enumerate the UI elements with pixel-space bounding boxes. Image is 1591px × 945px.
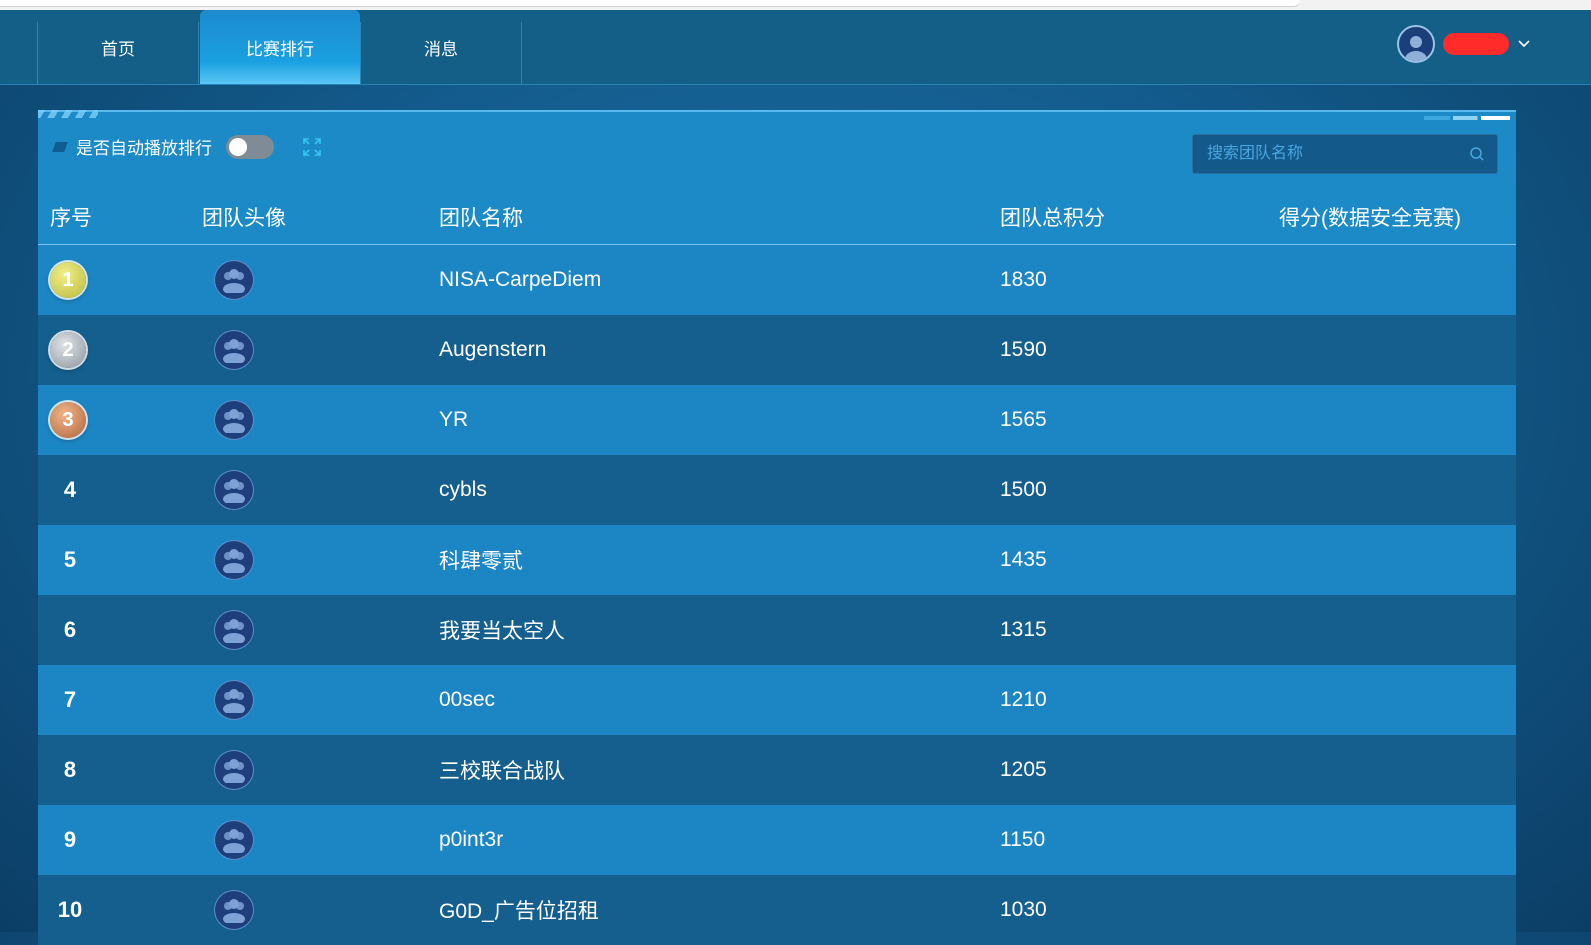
team-avatar-icon xyxy=(215,261,253,299)
table-row[interactable]: 2 Augenstern 1590 xyxy=(38,315,1516,385)
team-avatar-icon xyxy=(215,471,253,509)
team-avatar xyxy=(215,665,253,735)
team-score: 1030 xyxy=(1000,898,1047,921)
panel-corner-decoration xyxy=(1424,116,1510,120)
user-avatar-icon[interactable] xyxy=(1397,25,1435,63)
browser-top-edge xyxy=(0,0,1591,10)
table-row[interactable]: 3 YR 1565 xyxy=(38,385,1516,455)
header-total-score[interactable]: 团队总积分 xyxy=(1000,202,1105,232)
nav-item-home[interactable]: 首页 xyxy=(38,10,198,84)
team-name: YR xyxy=(439,408,469,431)
header-rank: 序号 xyxy=(50,207,92,230)
team-avatar-icon xyxy=(215,541,253,579)
rank-number: 7 xyxy=(63,687,77,712)
team-avatar xyxy=(215,805,253,875)
user-menu[interactable] xyxy=(1397,25,1531,63)
rank-number: 6 xyxy=(63,617,77,642)
nav-item-messages[interactable]: 消息 xyxy=(361,10,521,84)
silver-medal-icon: 2 xyxy=(50,332,86,368)
top-nav-bar: 首页 比赛排行 消息 xyxy=(0,10,1591,85)
ranking-rows: 1 NISA-CarpeDiem 1830 2 Augenstern 1590 … xyxy=(38,245,1516,945)
team-name: 科肆零贰 xyxy=(439,550,523,573)
rank-number: 9 xyxy=(63,827,77,852)
rank-number: 4 xyxy=(63,477,77,502)
rank-number: 5 xyxy=(63,547,77,572)
team-score: 1565 xyxy=(1000,408,1047,431)
table-header: 序号 团队头像 团队名称 团队总积分 得分(数据安全竞赛) xyxy=(38,192,1516,245)
search-icon[interactable] xyxy=(1469,146,1485,162)
bronze-medal-icon: 3 xyxy=(50,402,86,438)
table-row[interactable]: 5 科肆零贰 1435 xyxy=(38,525,1516,595)
team-name: NISA-CarpeDiem xyxy=(439,268,602,291)
team-avatar xyxy=(215,455,253,525)
header-team-name: 团队名称 xyxy=(439,207,523,230)
team-avatar-icon xyxy=(215,611,253,649)
team-avatar-icon xyxy=(215,681,253,719)
team-name: G0D_广告位招租 xyxy=(439,900,599,923)
team-name: cybls xyxy=(439,478,487,501)
team-avatar-icon xyxy=(215,891,253,929)
team-avatar xyxy=(215,525,253,595)
rank-cell: 3 xyxy=(50,385,86,455)
team-name: Augenstern xyxy=(439,338,547,361)
rank-number: 10 xyxy=(57,897,83,922)
team-avatar xyxy=(215,245,253,315)
autoplay-toggle[interactable] xyxy=(226,134,274,159)
team-score: 1435 xyxy=(1000,548,1047,571)
team-avatar-icon xyxy=(215,751,253,789)
team-name: 我要当太空人 xyxy=(439,620,565,643)
table-row[interactable]: 9 p0int3r 1150 xyxy=(38,805,1516,875)
team-score: 1315 xyxy=(1000,618,1047,641)
ranking-panel: 是否自动播放排行 序号 团队头像 团队名称 团队总积分 得分(数据安全竞赛) 1 xyxy=(38,110,1516,945)
team-avatar-icon xyxy=(215,821,253,859)
redacted-username xyxy=(1443,33,1509,55)
rank-cell: 2 xyxy=(50,315,86,385)
rank-number: 8 xyxy=(63,757,77,782)
nav-divider xyxy=(198,22,199,84)
nav-item-ranking[interactable]: 比赛排行 xyxy=(200,10,360,84)
table-row[interactable]: 6 我要当太空人 1315 xyxy=(38,595,1516,665)
team-avatar-icon xyxy=(215,401,253,439)
autoplay-label: 是否自动播放排行 xyxy=(76,139,212,158)
team-name: 三校联合战队 xyxy=(439,760,565,783)
team-score: 1150 xyxy=(1000,828,1046,851)
table-row[interactable]: 1 NISA-CarpeDiem 1830 xyxy=(38,245,1516,315)
table-row[interactable]: 10 G0D_广告位招租 1030 xyxy=(38,875,1516,945)
team-avatar xyxy=(215,385,253,455)
chevron-down-icon[interactable] xyxy=(1517,36,1531,52)
team-score: 1205 xyxy=(1000,758,1047,781)
team-avatar-icon xyxy=(215,331,253,369)
header-sub-score[interactable]: 得分(数据安全竞赛) xyxy=(1279,202,1461,232)
team-avatar xyxy=(215,875,253,945)
team-name: p0int3r xyxy=(439,828,504,851)
team-score: 1830 xyxy=(1000,268,1047,291)
rank-cell: 1 xyxy=(50,245,86,315)
panel-corner-decoration xyxy=(38,110,98,118)
nav-divider xyxy=(521,22,522,84)
team-score: 1500 xyxy=(1000,478,1047,501)
team-score: 1210 xyxy=(1000,688,1047,711)
team-search-box[interactable] xyxy=(1192,134,1498,174)
team-avatar xyxy=(215,735,253,805)
team-score: 1590 xyxy=(1000,338,1047,361)
label-marker-icon xyxy=(52,141,68,152)
team-avatar xyxy=(215,315,253,385)
header-avatar: 团队头像 xyxy=(202,207,286,230)
gold-medal-icon: 1 xyxy=(50,262,86,298)
expand-icon[interactable] xyxy=(302,137,322,157)
team-avatar xyxy=(215,595,253,665)
table-row[interactable]: 8 三校联合战队 1205 xyxy=(38,735,1516,805)
ranking-toolbar: 是否自动播放排行 xyxy=(52,134,322,159)
table-row[interactable]: 7 00sec 1210 xyxy=(38,665,1516,735)
table-row[interactable]: 4 cybls 1500 xyxy=(38,455,1516,525)
search-input[interactable] xyxy=(1205,144,1469,164)
team-name: 00sec xyxy=(439,688,496,711)
toggle-knob xyxy=(229,137,247,156)
